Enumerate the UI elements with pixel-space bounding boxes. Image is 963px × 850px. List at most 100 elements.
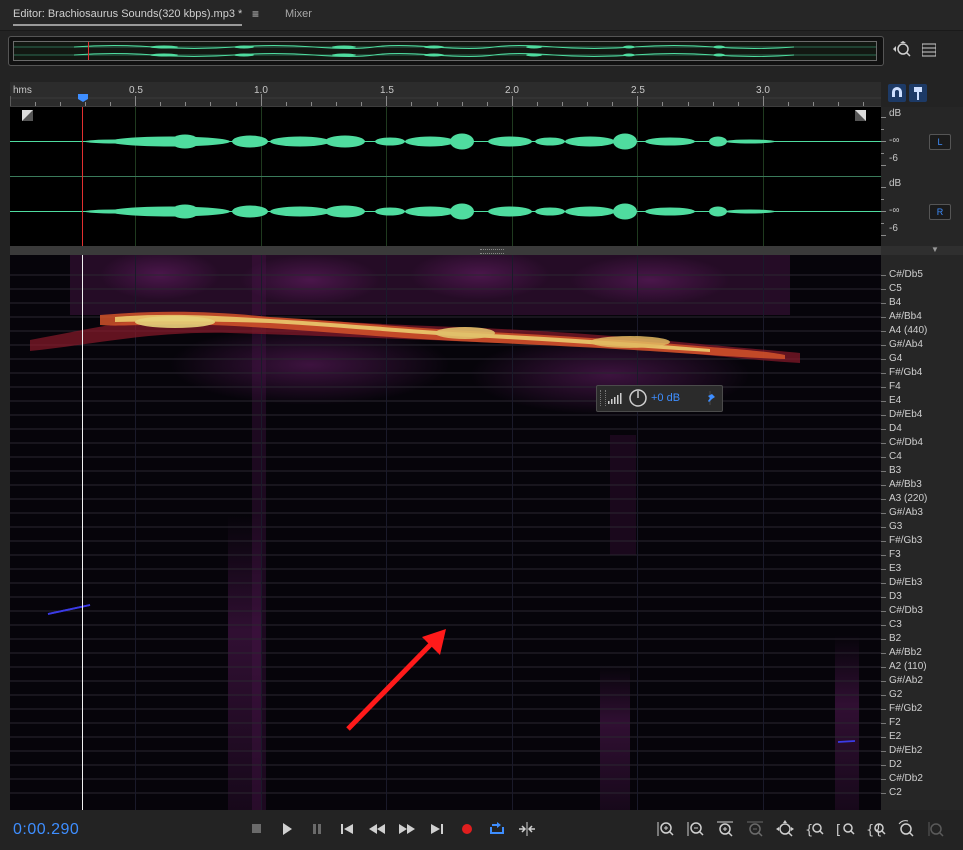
pitch-tick — [881, 583, 886, 584]
pitch-tick — [881, 723, 886, 724]
pitch-label: C#/Db3 — [889, 605, 923, 616]
pitch-label: A#/Bb3 — [889, 479, 922, 490]
zoom-selection-icon[interactable]: { — [805, 819, 825, 839]
tab-editor[interactable]: Editor: Brachiosaurus Sounds(320 kbps).m… — [13, 8, 243, 26]
rewind-icon[interactable] — [367, 819, 387, 839]
svg-text:{{: {{ — [866, 823, 883, 838]
pitch-tick — [881, 303, 886, 304]
waveform-display[interactable] — [10, 107, 881, 246]
playhead-handle[interactable] — [78, 94, 88, 102]
pitch-label: A#/Bb2 — [889, 647, 922, 658]
tab-mixer[interactable]: Mixer — [285, 8, 312, 20]
zoom-reset-icon[interactable] — [896, 819, 916, 839]
pitch-label: G#/Ab2 — [889, 675, 923, 686]
pitch-tick — [881, 667, 886, 668]
pitch-label: C2 — [889, 787, 902, 798]
pitch-tick — [881, 443, 886, 444]
panel-menu-icon[interactable]: ≡ — [252, 7, 259, 21]
pitch-label: B4 — [889, 297, 902, 308]
pitch-label: F4 — [889, 381, 901, 392]
fast-forward-icon[interactable] — [397, 819, 417, 839]
marker-pin-icon — [914, 87, 922, 100]
pitch-tick — [881, 345, 886, 346]
zoom-disabled-icon[interactable] — [926, 819, 946, 839]
channel-left-toggle[interactable]: L — [929, 134, 951, 150]
pitch-tick — [881, 695, 886, 696]
transport-bar: 0:00.290 { [ {{ — [0, 810, 963, 850]
pitch-label: D#/Eb3 — [889, 577, 923, 588]
pitch-label: G4 — [889, 353, 903, 364]
overview-waveform[interactable] — [13, 41, 877, 61]
db-label-left: dB — [889, 108, 902, 119]
pitch-tick — [881, 499, 886, 500]
pitch-label: G3 — [889, 521, 903, 532]
marker-toggle-button[interactable] — [909, 84, 927, 102]
ruler-ticks — [10, 94, 881, 106]
pitch-label: C4 — [889, 451, 902, 462]
pitch-tick — [881, 569, 886, 570]
list-view-icon[interactable] — [921, 43, 937, 57]
stop-icon[interactable] — [247, 819, 267, 839]
pitch-tick — [881, 457, 886, 458]
gain-value[interactable]: +0 dB — [651, 392, 680, 404]
pitch-tick — [881, 611, 886, 612]
db-inf-left: -∞ — [889, 135, 900, 146]
pitch-label: E2 — [889, 731, 902, 742]
db-label-right: dB — [889, 178, 902, 189]
collapse-icon[interactable]: ▼ — [931, 245, 939, 254]
volume-hud[interactable]: +0 dB — [596, 385, 723, 412]
pin-icon[interactable] — [703, 391, 717, 405]
spectral-graphic — [10, 255, 881, 810]
pitch-tick — [881, 429, 886, 430]
channel-right-toggle[interactable]: R — [929, 204, 951, 220]
zoom-out-amplitude-icon[interactable] — [685, 819, 705, 839]
amplitude-scale: dB -∞ -6 L dB -∞ -6 R — [881, 107, 963, 246]
time-ruler[interactable]: hms 0.5 1.0 1.5 2.0 2.5 3.0 — [10, 82, 881, 107]
spectral-pitch-display[interactable] — [10, 255, 881, 810]
zoom-left-edge-icon[interactable]: [ — [836, 819, 856, 839]
pitch-label: E3 — [889, 563, 902, 574]
pitch-tick — [881, 275, 886, 276]
time-display[interactable]: 0:00.290 — [13, 821, 79, 839]
pitch-tick — [881, 625, 886, 626]
pitch-tick — [881, 513, 886, 514]
pitch-tick — [881, 471, 886, 472]
pitch-tick — [881, 597, 886, 598]
pitch-tick — [881, 639, 886, 640]
zoom-in-amplitude-icon[interactable] — [655, 819, 675, 839]
snap-toggle-button[interactable] — [888, 84, 906, 102]
pause-icon[interactable] — [307, 819, 327, 839]
zoom-in-time-icon[interactable] — [715, 819, 735, 839]
pitch-label: A2 (110) — [889, 661, 927, 672]
zoom-right-edge-icon[interactable]: {{ — [866, 819, 886, 839]
overview-navigator[interactable] — [8, 36, 884, 66]
svg-text:{: { — [805, 823, 813, 838]
zoom-out-time-icon[interactable] — [745, 819, 765, 839]
skip-to-start-icon[interactable] — [337, 819, 357, 839]
volume-knob-icon[interactable] — [628, 388, 648, 408]
pitch-tick — [881, 737, 886, 738]
skip-selection-icon[interactable] — [517, 819, 537, 839]
pitch-tick — [881, 751, 886, 752]
pitch-label: F2 — [889, 717, 901, 728]
db-inf-right: -∞ — [889, 205, 900, 216]
skip-to-end-icon[interactable] — [427, 819, 447, 839]
pitch-label: C#/Db5 — [889, 269, 923, 280]
pitch-label: D2 — [889, 759, 902, 770]
record-icon[interactable] — [457, 819, 477, 839]
pitch-label: C3 — [889, 619, 902, 630]
pitch-label: D#/Eb2 — [889, 745, 923, 756]
divider-grip[interactable] — [480, 249, 504, 254]
waveform-graphic — [10, 107, 881, 246]
pitch-tick — [881, 485, 886, 486]
zoom-navigator-icon[interactable] — [892, 40, 912, 60]
loop-playback-icon[interactable] — [487, 819, 507, 839]
play-icon[interactable] — [277, 819, 297, 839]
pitch-tick — [881, 331, 886, 332]
hud-grip[interactable] — [600, 390, 606, 406]
pitch-tick — [881, 527, 886, 528]
panel-divider[interactable] — [10, 246, 881, 255]
zoom-full-icon[interactable] — [775, 819, 795, 839]
pitch-label: F#/Gb3 — [889, 535, 923, 546]
overview-playhead — [88, 42, 89, 60]
